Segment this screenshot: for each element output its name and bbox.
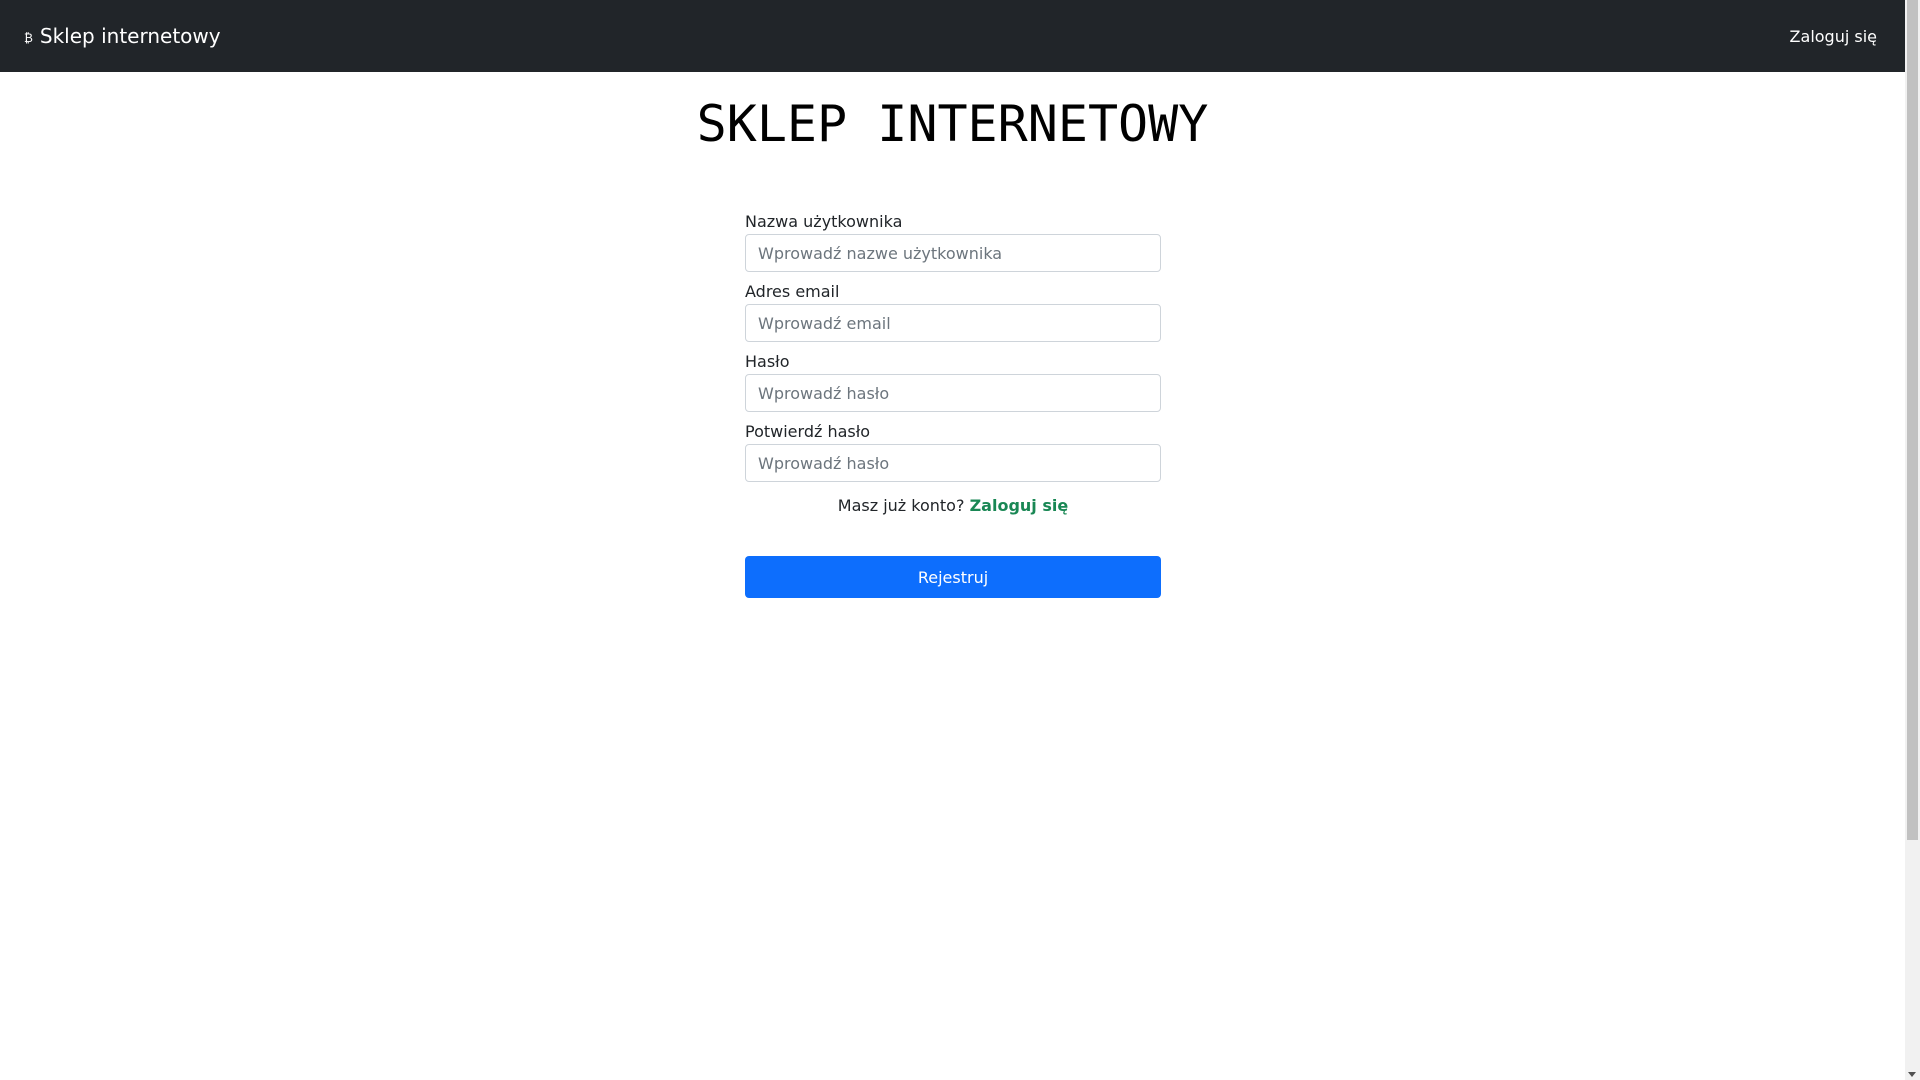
email-input[interactable] [745, 304, 1161, 342]
password-group: Hasło [745, 350, 1161, 420]
confirm-password-group: Potwierdź hasło [745, 420, 1161, 490]
confirm-password-label: Potwierdź hasło [745, 422, 871, 441]
confirm-password-input[interactable] [745, 444, 1161, 482]
page: ₿ Sklep internetowy Zaloguj się SKLEP IN… [0, 0, 1905, 1080]
navbar-brand[interactable]: ₿ Sklep internetowy [24, 0, 221, 72]
already-text: Masz już konto? [837, 496, 965, 515]
page-title: SKLEP INTERNETOWY [696, 95, 1209, 153]
scrollbar-thumb[interactable] [1907, 0, 1918, 840]
brand-title: Sklep internetowy [39, 24, 221, 48]
username-group: Nazwa użytkownika [745, 210, 1161, 280]
username-input[interactable] [745, 234, 1161, 272]
register-form: Nazwa użytkownika Adres email Hasło Potw… [745, 210, 1161, 598]
nav-login-link[interactable]: Zaloguj się [1790, 0, 1877, 72]
email-label: Adres email [745, 282, 840, 301]
password-label: Hasło [745, 352, 790, 371]
register-button[interactable]: Rejestruj [745, 556, 1161, 598]
vertical-scrollbar[interactable] [1905, 0, 1920, 1080]
password-input[interactable] [745, 374, 1161, 412]
bitcoin-icon: ₿ [24, 31, 33, 45]
username-label: Nazwa użytkownika [745, 212, 903, 231]
email-group: Adres email [745, 280, 1161, 350]
scroll-down-arrow-icon[interactable] [1908, 1072, 1916, 1077]
already-have-account: Masz już konto? Zaloguj się [745, 494, 1161, 518]
login-link[interactable]: Zaloguj się [970, 496, 1069, 515]
navbar: ₿ Sklep internetowy Zaloguj się [0, 0, 1905, 72]
